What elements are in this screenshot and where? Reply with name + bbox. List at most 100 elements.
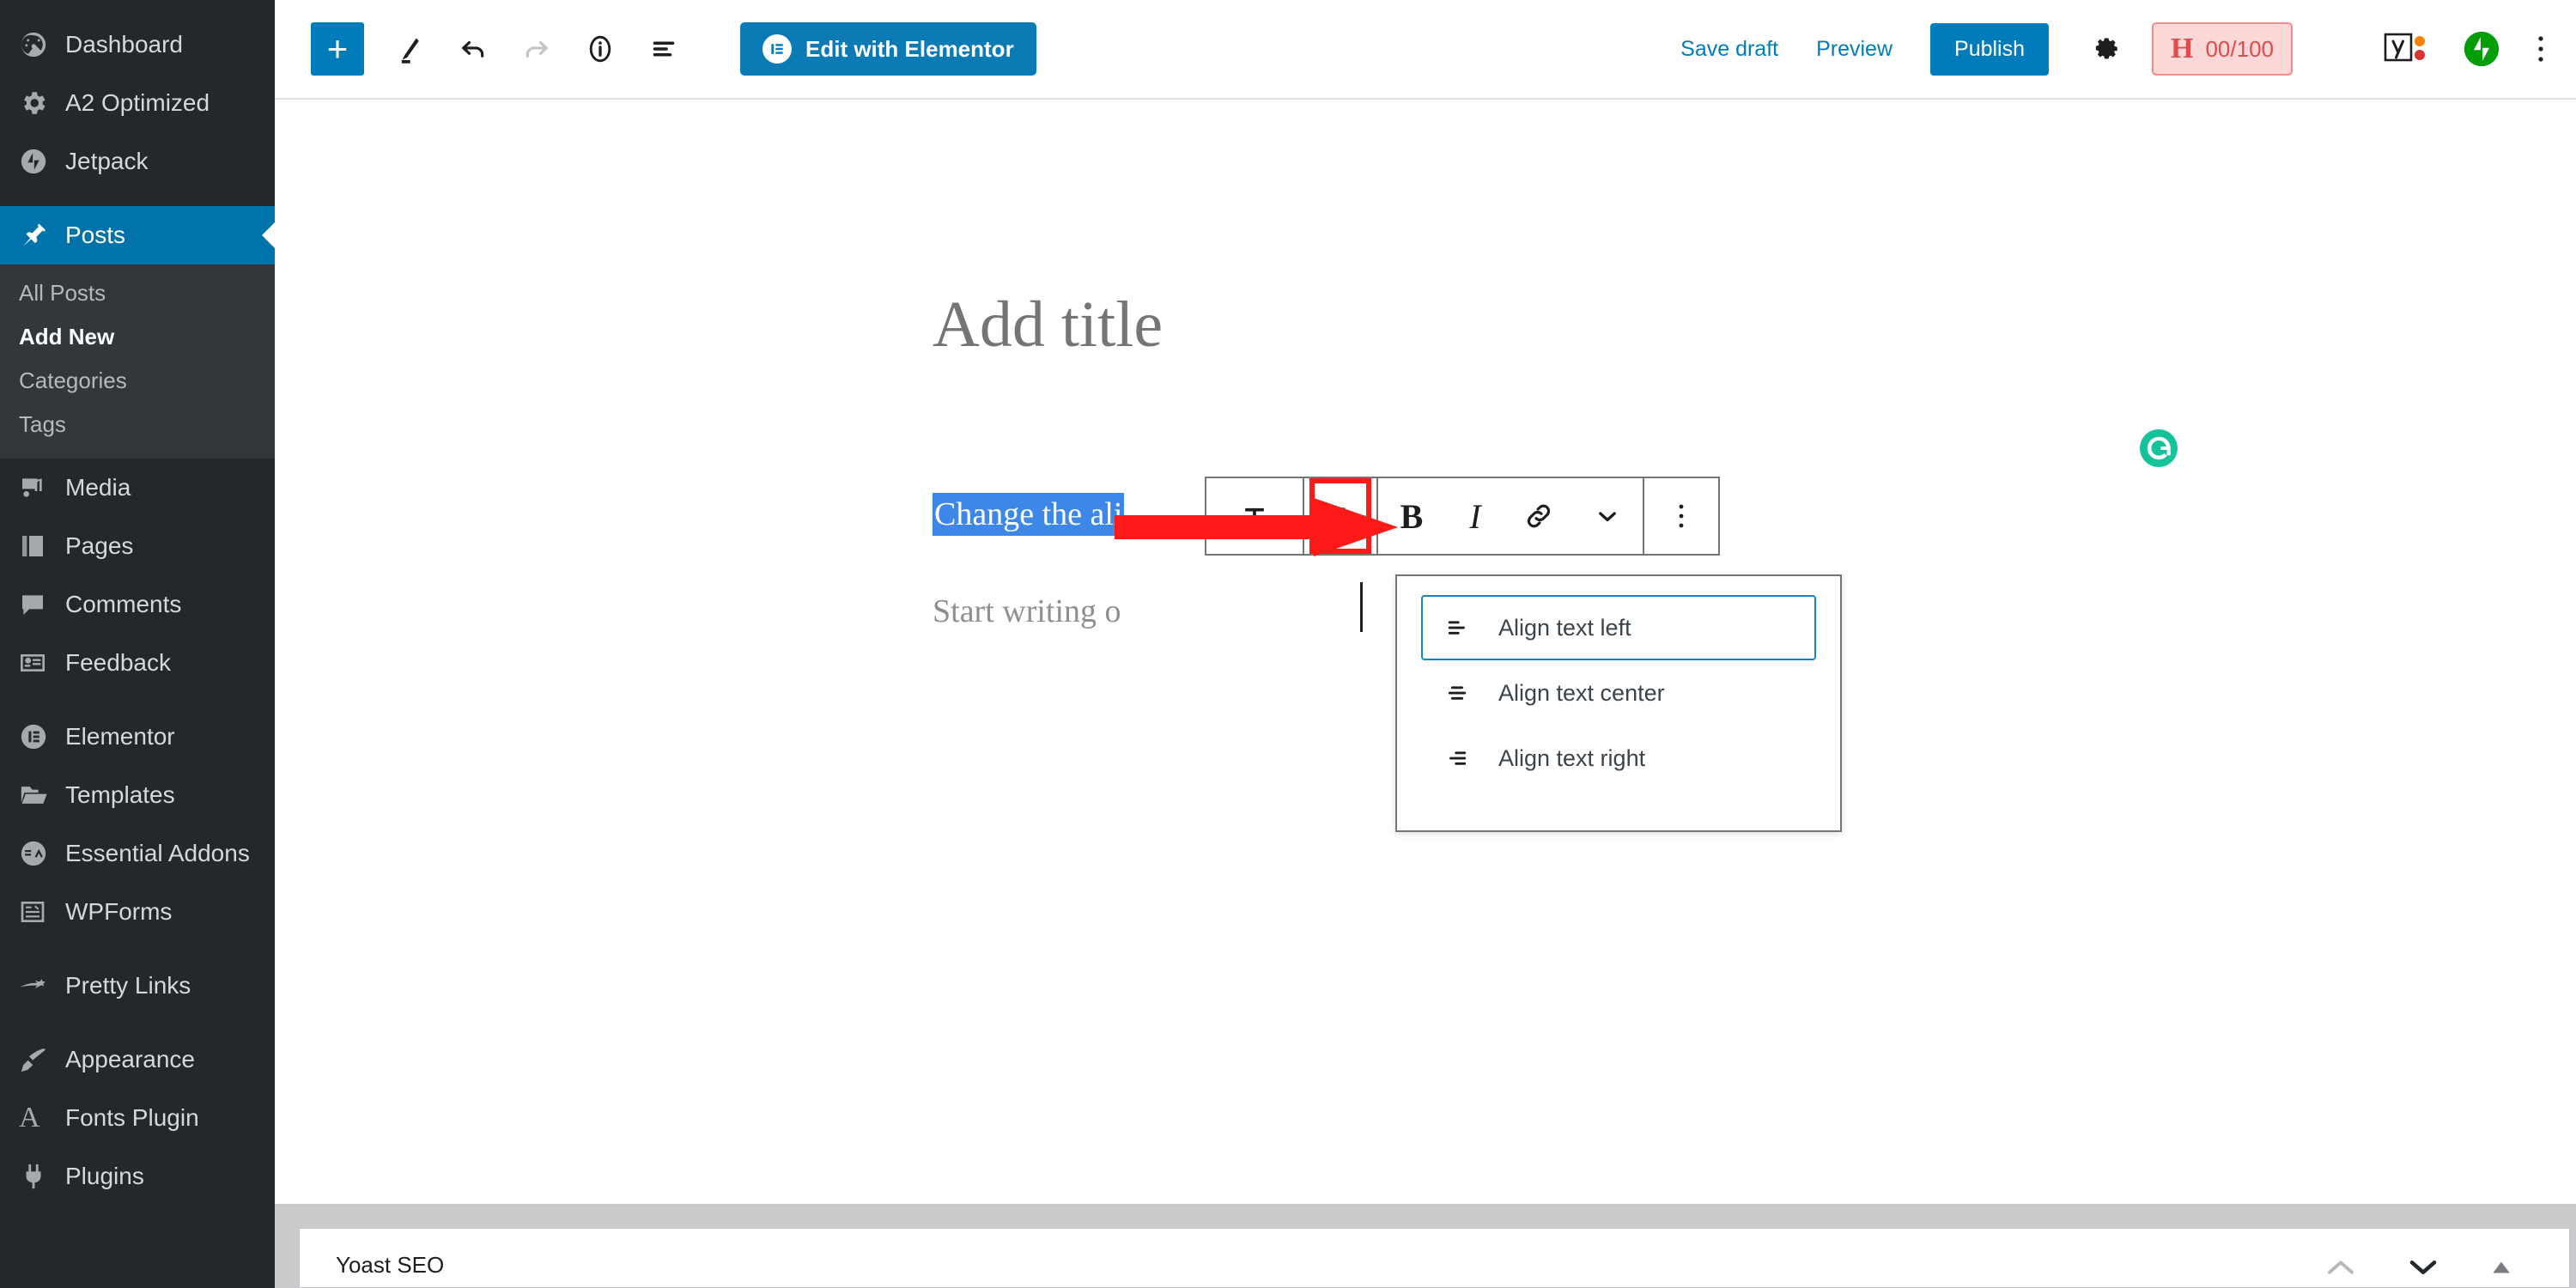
sidebar-item-jetpack[interactable]: Jetpack <box>0 132 275 191</box>
sidebar-item-fonts-plugin[interactable]: A Fonts Plugin <box>0 1089 275 1147</box>
sidebar-item-tags[interactable]: Tags <box>0 403 275 447</box>
sidebar-item-all-posts[interactable]: All Posts <box>0 271 275 315</box>
hemingway-score: 00/100 <box>2205 35 2274 62</box>
sidebar-item-label: Fonts Plugin <box>65 1104 199 1131</box>
hemingway-score-badge[interactable]: H 00/100 <box>2152 22 2293 76</box>
move-up-icon[interactable] <box>2324 1256 2358 1279</box>
sidebar-group-general: Dashboard A2 Optimized Jetpack <box>0 15 275 191</box>
italic-button[interactable]: I <box>1445 478 1505 554</box>
sidebar-item-dashboard[interactable]: Dashboard <box>0 15 275 74</box>
sidebar-item-label: Plugins <box>65 1163 144 1189</box>
sidebar-item-a2-optimized[interactable]: A2 Optimized <box>0 74 275 132</box>
text-caret <box>1360 582 1363 632</box>
sidebar-item-posts[interactable]: Posts <box>0 206 275 264</box>
sidebar-item-add-new[interactable]: Add New <box>0 315 275 359</box>
edit-with-elementor-button[interactable]: Edit with Elementor <box>740 22 1036 76</box>
yoast-panel-actions <box>2324 1256 2569 1287</box>
align-center-icon <box>1442 680 1473 706</box>
sidebar-item-pretty-links[interactable]: Pretty Links <box>0 957 275 1015</box>
undo-button[interactable] <box>447 22 500 76</box>
sidebar-group-prettylinks: Pretty Links <box>0 957 275 1015</box>
yoast-seo-icon[interactable] <box>2384 30 2428 68</box>
sidebar-separator-2 <box>0 692 275 708</box>
save-draft-button[interactable]: Save draft <box>1680 37 1778 62</box>
sidebar-item-label: Comments <box>65 591 182 617</box>
link-button[interactable] <box>1505 478 1572 554</box>
sidebar-item-label: A2 Optimized <box>65 89 210 116</box>
sidebar-item-appearance[interactable]: Appearance <box>0 1030 275 1089</box>
post-editor-canvas: Add title Change the ali Start writing o <box>275 101 2576 1202</box>
elementor-icon <box>762 34 792 64</box>
settings-gear-icon[interactable] <box>2090 33 2121 64</box>
sidebar-top-spacer <box>0 0 275 15</box>
essential-addons-icon <box>19 839 65 868</box>
folder-icon <box>19 781 65 810</box>
sidebar-group-posts: Posts All Posts Add New Categories Tags <box>0 206 275 459</box>
sidebar-item-media[interactable]: Media <box>0 459 275 517</box>
sidebar-item-wpforms[interactable]: WPForms <box>0 883 275 941</box>
toggle-panel-icon[interactable] <box>2488 1256 2514 1279</box>
grammarly-icon[interactable] <box>2138 428 2179 473</box>
redo-button[interactable] <box>510 22 563 76</box>
edit-with-elementor-label: Edit with Elementor <box>805 35 1014 62</box>
menu-item-label: Align text left <box>1498 614 1631 641</box>
sidebar-item-label: Templates <box>65 781 175 808</box>
jetpack-icon <box>19 147 65 176</box>
menu-item-label: Align text center <box>1498 679 1665 706</box>
sidebar-group-content: Media Pages Comments Feedback <box>0 459 275 692</box>
details-info-button[interactable] <box>574 22 627 76</box>
jetpack-icon[interactable] <box>2463 30 2500 68</box>
header-left-tools: + Edit with Elementor <box>275 22 1036 76</box>
move-down-icon[interactable] <box>2406 1256 2440 1279</box>
sidebar-item-label: Jetpack <box>65 148 149 174</box>
sidebar-item-label: Pretty Links <box>65 972 191 999</box>
sidebar-group-plugins: Elementor Templates Essential Addons WPF… <box>0 708 275 941</box>
post-title-placeholder[interactable]: Add title <box>933 292 1163 357</box>
sidebar-item-essential-addons[interactable]: Essential Addons <box>0 824 275 883</box>
publish-button[interactable]: Publish <box>1930 22 2050 76</box>
pretty-links-icon <box>19 971 65 1000</box>
menu-item-align-text-center[interactable]: Align text center <box>1421 660 1816 726</box>
menu-item-align-text-left[interactable]: Align text left <box>1421 595 1816 660</box>
menu-item-align-text-right[interactable]: Align text right <box>1421 726 1816 791</box>
list-view-button[interactable] <box>637 22 690 76</box>
header-more-options-button[interactable] <box>2535 32 2547 66</box>
sidebar-item-label: Dashboard <box>65 31 183 58</box>
add-block-button[interactable]: + <box>311 22 364 76</box>
editor-main-area: + Edit with Elementor Save draft Preview… <box>275 0 2576 1288</box>
align-text-button[interactable] <box>1309 478 1371 554</box>
letter-a-icon: A <box>19 1102 40 1133</box>
toolbar-divider-1 <box>1303 478 1304 554</box>
sidebar-item-templates[interactable]: Templates <box>0 766 275 824</box>
sidebar-separator-3 <box>0 941 275 957</box>
block-options-button[interactable] <box>1644 478 1718 554</box>
sidebar-item-label: Feedback <box>65 649 171 676</box>
pages-icon <box>19 532 65 560</box>
gear-icon <box>19 88 65 118</box>
more-formatting-chevron-icon[interactable] <box>1572 478 1643 554</box>
dashboard-icon <box>19 30 65 59</box>
sidebar-item-pages[interactable]: Pages <box>0 517 275 575</box>
preview-button[interactable]: Preview <box>1816 37 1893 62</box>
wpforms-icon <box>19 898 65 926</box>
sidebar-item-label: Elementor <box>65 723 175 750</box>
editor-header-toolbar: + Edit with Elementor Save draft Preview… <box>275 0 2576 100</box>
align-text-dropdown-menu: Align text left Align text center Align … <box>1395 574 1842 832</box>
wordpress-block-editor-screen: Dashboard A2 Optimized Jetpack Posts All… <box>0 0 2576 1288</box>
sidebar-item-feedback[interactable]: Feedback <box>0 634 275 692</box>
pin-icon <box>19 221 65 250</box>
elementor-icon <box>19 722 65 751</box>
tools-pen-button[interactable] <box>383 22 436 76</box>
empty-paragraph-placeholder[interactable]: Start writing o <box>933 592 1121 630</box>
sidebar-item-categories[interactable]: Categories <box>0 359 275 403</box>
bold-button[interactable]: B <box>1378 478 1445 554</box>
sidebar-separator-1 <box>0 191 275 206</box>
align-right-icon <box>1442 745 1473 771</box>
sidebar-item-plugins[interactable]: Plugins <box>0 1147 275 1206</box>
sidebar-item-label: Media <box>65 474 131 501</box>
block-type-paragraph-button[interactable] <box>1206 478 1303 554</box>
sidebar-item-elementor[interactable]: Elementor <box>0 708 275 766</box>
selected-paragraph-block[interactable]: Change the ali <box>933 492 1125 538</box>
sidebar-item-comments[interactable]: Comments <box>0 575 275 634</box>
yoast-seo-metabox: Yoast SEO <box>299 1228 2570 1288</box>
